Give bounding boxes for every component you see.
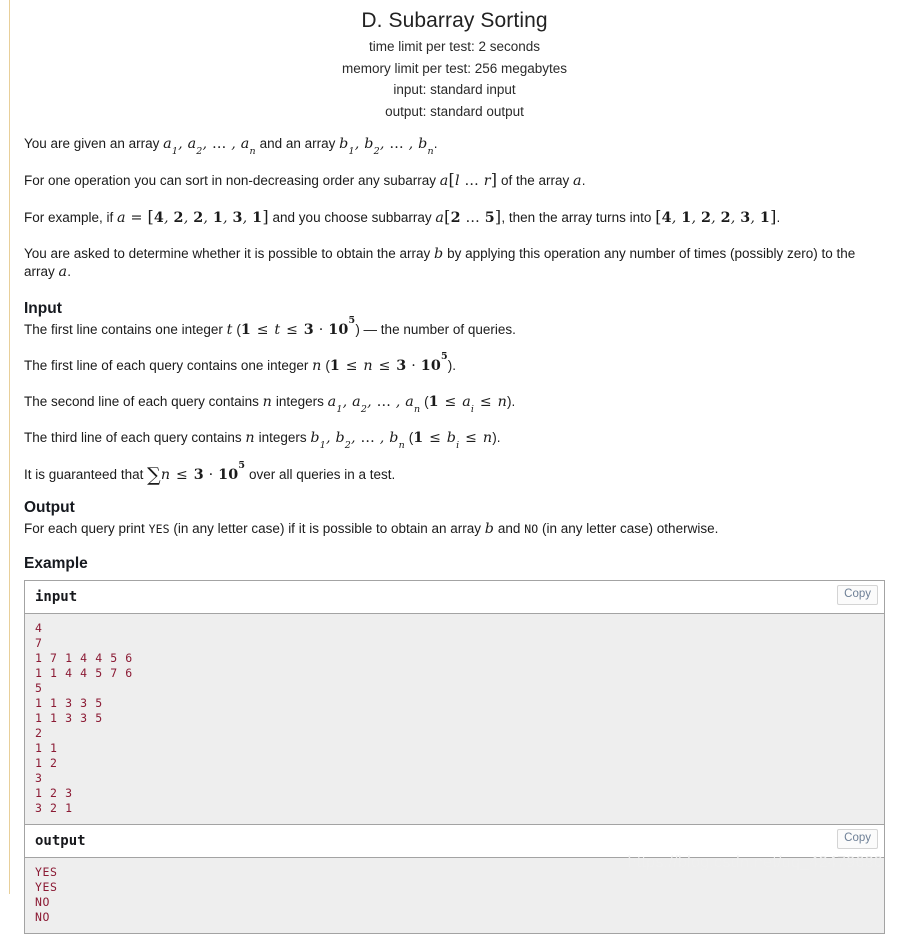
text-fragment: and: [494, 521, 525, 536]
legend-paragraph-1: You are given an array a1, a2, … , an an…: [24, 135, 885, 157]
text-fragment: .: [776, 210, 781, 225]
sample-output-data[interactable]: YES YES NO NO: [25, 858, 884, 933]
math-array-a: a1, a2, … , an: [163, 136, 256, 157]
code-no: NO: [524, 522, 539, 536]
output-heading: Output: [24, 499, 75, 516]
input-line-3: The second line of each query contains n…: [24, 393, 885, 415]
text-fragment: of the array: [497, 173, 573, 188]
text-fragment: and you choose subbarray: [268, 210, 436, 225]
legend-paragraph-4: You are asked to determine whether it is…: [24, 245, 885, 281]
text-fragment: integers: [254, 430, 311, 445]
text-fragment: and an array: [255, 136, 340, 151]
math-b: b: [434, 246, 444, 262]
math-example-range: a[2 … 5]: [435, 207, 502, 226]
text-fragment: .: [581, 173, 586, 188]
text-fragment: .: [433, 136, 438, 151]
text-fragment: (: [321, 358, 330, 373]
text-fragment: You are asked to determine whether it is…: [24, 246, 434, 261]
memory-limit: memory limit per test: 256 megabytes: [341, 60, 568, 76]
math-example-result: [4, 1, 2, 2, 3, 1]: [655, 207, 777, 226]
sample-tests: input Copy 4 7 1 7 1 4 4 5 6 1 1 4 4 5 7…: [24, 580, 885, 934]
sample-input-data[interactable]: 4 7 1 7 1 4 4 5 6 1 1 4 4 5 7 6 5 1 1 3 …: [25, 614, 884, 824]
sample-output-label: output: [35, 833, 86, 849]
text-fragment: For each query print: [24, 521, 149, 536]
text-fragment: (in any letter case) if it is possible t…: [169, 521, 485, 536]
text-fragment: over all queries in a test.: [245, 467, 396, 482]
math-n: n: [262, 394, 273, 410]
sample-output-box: output Copy YES YES NO NO: [24, 824, 885, 934]
output-specification: Output For each query print YES (in any …: [24, 498, 885, 538]
sample-output-title: output Copy: [25, 825, 884, 858]
math-subarray-range: a[l … r]: [439, 170, 498, 189]
input-line-2: The first line of each query contains on…: [24, 351, 885, 375]
text-fragment: For example, if: [24, 210, 118, 225]
text-fragment: The first line of each query contains on…: [24, 358, 313, 373]
output-mode: output: standard output: [385, 103, 524, 119]
input-line-5: It is guaranteed that ∑n ≤ 3 · 105 over …: [24, 460, 885, 486]
copy-output-button[interactable]: Copy: [837, 829, 878, 849]
math-array-b: b1, b2, … , bn: [310, 430, 405, 451]
code-yes: YES: [148, 522, 170, 536]
text-fragment: It is guaranteed that: [24, 467, 148, 482]
text-fragment: .: [67, 264, 72, 279]
text-fragment: , then the array turns into: [501, 210, 656, 225]
text-fragment: (: [404, 430, 414, 445]
output-line-1: For each query print YES (in any letter …: [24, 520, 885, 538]
math-a: a: [58, 264, 68, 280]
problem-header: D. Subarray Sorting time limit per test:…: [10, 0, 899, 122]
math-bi-bounds: 1 ≤ bi ≤ n: [413, 430, 493, 451]
text-fragment: The first line contains one integer: [24, 322, 227, 337]
example-heading: Example: [24, 555, 88, 572]
text-fragment: ).: [492, 430, 501, 445]
text-fragment: integers: [272, 394, 328, 409]
sample-input-box: input Copy 4 7 1 7 1 4 4 5 6 1 1 4 4 5 7…: [24, 580, 885, 824]
math-array-a: a1, a2, … , an: [327, 394, 421, 415]
input-line-4: The third line of each query contains n …: [24, 429, 885, 451]
text-fragment: (in any letter case) otherwise.: [538, 521, 719, 536]
legend-paragraph-2: For one operation you can sort in non-de…: [24, 171, 885, 190]
problem-statement: D. Subarray Sorting time limit per test:…: [9, 0, 899, 934]
input-heading: Input: [24, 300, 62, 317]
legend-paragraph-3: For example, if a = [4, 2, 2, 1, 3, 1] a…: [24, 208, 885, 227]
text-fragment: ) — the number of queries.: [355, 322, 516, 337]
text-fragment: ).: [507, 394, 516, 409]
math-array-b: b1, b2, … , bn: [339, 136, 434, 157]
math-t-bounds: 1 ≤ t ≤ 3 · 105: [240, 315, 356, 338]
sample-input-label: input: [35, 589, 78, 605]
text-fragment: The third line of each query contains: [24, 430, 246, 445]
time-limit: time limit per test: 2 seconds: [368, 39, 541, 54]
input-mode: input: standard input: [393, 82, 516, 97]
text-fragment: (: [420, 394, 429, 409]
math-ai-bounds: 1 ≤ ai ≤ n: [428, 394, 508, 415]
math-a: a: [573, 173, 582, 189]
input-specification: Input The first line contains one intege…: [24, 299, 885, 486]
math-n-bounds: 1 ≤ n ≤ 3 · 105: [329, 351, 448, 374]
input-line-1: The first line contains one integer t (1…: [24, 315, 885, 339]
math-example-a: a = [4, 2, 2, 1, 3, 1]: [117, 207, 269, 226]
copy-input-button[interactable]: Copy: [837, 585, 878, 605]
text-fragment: The second line of each query contains: [24, 394, 263, 409]
page-title: D. Subarray Sorting: [361, 9, 548, 32]
problem-legend: You are given an array a1, a2, … , an an…: [10, 135, 899, 574]
text-fragment: ).: [447, 358, 457, 373]
math-b: b: [484, 521, 495, 537]
math-n: n: [312, 358, 322, 374]
math-n: n: [245, 430, 255, 446]
text-fragment: You are given an array: [24, 136, 164, 151]
sample-input-title: input Copy: [25, 581, 884, 614]
math-sum-bound: ∑n ≤ 3 · 105: [147, 460, 246, 486]
text-fragment: For one operation you can sort in non-de…: [24, 173, 440, 188]
text-fragment: (: [232, 322, 241, 337]
